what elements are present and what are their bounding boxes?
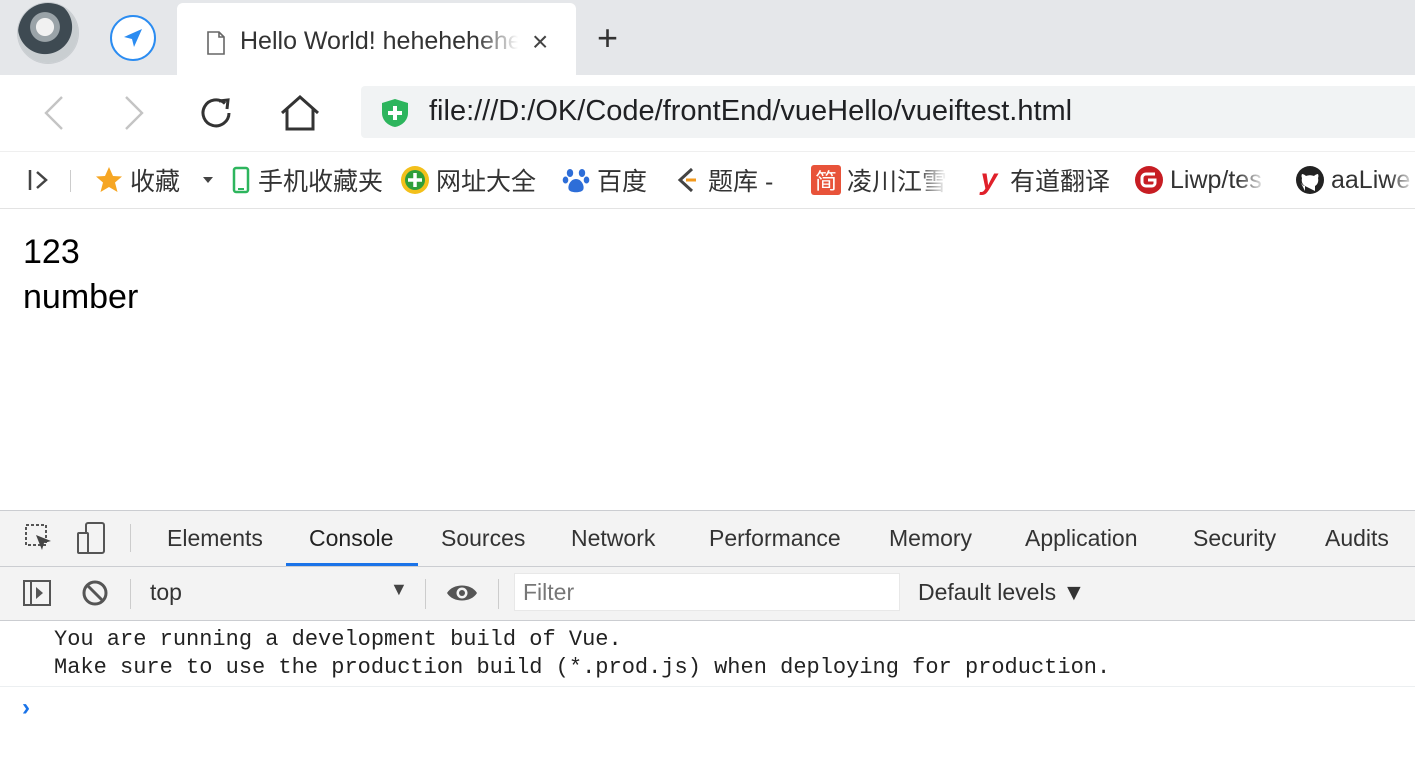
phone-icon [230,165,252,195]
youdao-icon: y [980,163,998,196]
gitee-icon [1134,165,1164,195]
page-content: 123 number [23,230,138,320]
reload-icon [201,98,231,128]
context-dropdown-arrow-icon[interactable]: ▼ [390,579,408,600]
bookmark-label: aaLiwe [1331,165,1411,194]
browser-tab[interactable]: Hello World! hehehehehe × [177,3,576,75]
log-levels-dropdown[interactable]: Default levels ▼ [918,579,1085,606]
bookmark-label: 题库 - [708,168,774,196]
forward-arrow-icon [125,96,144,130]
navigation-icon[interactable] [110,15,156,61]
device-toolbar-button[interactable] [76,521,108,560]
forward-button[interactable] [110,89,158,137]
bookmark-label: Liwp/tes [1170,165,1262,194]
bookmark-label: 网址大全 [436,168,537,196]
divider [498,579,499,609]
device-mode-icon [77,522,105,554]
context-selector[interactable]: top [150,579,182,606]
tab-security[interactable]: Security [1193,525,1276,552]
tab-strip: Hello World! hehehehehe × + [0,0,1415,75]
devtools-tab-bar: Elements Console Sources Network Perform… [0,511,1415,567]
divider [130,524,131,552]
bookmark-label: 手机收藏夹 [258,168,384,196]
tab-elements[interactable]: Elements [167,525,263,552]
bookmark-tiku[interactable]: 题库 - [672,164,773,196]
bookmark-lingchuan[interactable]: 简 凌川江雪 [811,164,947,196]
divider [425,579,426,609]
github-icon [1295,165,1325,195]
bookmark-label: 百度 [597,168,648,196]
star-icon [94,165,124,195]
bookmark-github[interactable]: aaLiwe [1295,164,1415,196]
value-text: 123 [23,233,80,271]
tab-network[interactable]: Network [571,525,655,552]
plus-circle-icon [400,165,430,195]
bookmark-label: 收藏 [130,168,181,196]
home-icon [281,94,319,131]
eye-icon [447,585,477,601]
sidebar-toggle-icon [28,170,48,190]
console-output: You are running a development build of V… [0,621,1415,687]
bookmark-youdao[interactable]: y 有道翻译 [974,163,1111,196]
baidu-paw-icon [561,165,591,195]
back-button[interactable] [30,89,78,137]
bookmark-favorites[interactable]: 收藏 [94,164,180,196]
divider [130,579,131,609]
tab-performance[interactable]: Performance [709,525,841,552]
tab-title: Hello World! hehehehehe [240,27,518,55]
divider [70,170,71,192]
inspect-element-button[interactable] [24,523,54,558]
tab-close-button[interactable]: × [532,28,548,56]
clear-console-icon [82,580,108,606]
sidebar-panel-icon [23,580,51,606]
bookmark-mobile-favorites[interactable]: 手机收藏夹 [230,164,383,196]
filter-input[interactable] [515,574,895,610]
caret-down-icon [203,177,213,183]
console-toolbar: top ▼ Default levels ▼ [0,567,1415,621]
tab-application[interactable]: Application [1025,525,1138,552]
back-arrow-icon [44,96,63,130]
favorites-dropdown-button[interactable] [200,164,216,196]
address-bar[interactable]: file:///D:/OK/Code/frontEnd/vueHello/vue… [361,86,1415,138]
console-filter [514,573,900,611]
clear-console-button[interactable] [81,579,109,612]
jian-icon: 简 [811,165,841,195]
bookmarks-bar: 收藏 手机收藏夹 网址大全 百度 题库 - 简 凌川江雪 y 有道翻译 Liwp… [0,151,1415,209]
type-text: number [23,278,139,316]
tab-console[interactable]: Console [309,525,393,552]
sidebar-toggle-button[interactable] [26,164,54,196]
home-button[interactable] [276,89,324,137]
console-message: You are running a development build of V… [0,621,1415,687]
tab-memory[interactable]: Memory [889,525,972,552]
bookmark-url-directory[interactable]: 网址大全 [400,164,536,196]
page-icon [206,31,226,60]
active-tab-indicator [286,563,418,566]
tab-audits[interactable]: Audits [1325,525,1389,552]
devtools-panel: Elements Console Sources Network Perform… [0,510,1415,780]
reload-button[interactable] [192,89,240,137]
bookmark-label: 凌川江雪 [847,168,947,196]
url-text[interactable]: file:///D:/OK/Code/frontEnd/vueHello/vue… [429,95,1072,128]
inspect-cursor-icon [25,524,51,550]
new-tab-button[interactable]: + [597,20,618,56]
console-prompt[interactable]: › [22,694,30,722]
bookmark-label: 有道翻译 [1010,168,1111,196]
bookmark-baidu[interactable]: 百度 [561,164,647,196]
show-sidebar-button[interactable] [22,579,52,612]
profile-avatar[interactable] [18,3,78,63]
tiku-icon [672,165,702,195]
tab-sources[interactable]: Sources [441,525,525,552]
secure-shield-icon[interactable] [381,98,409,133]
bookmark-gitee[interactable]: Liwp/tes [1134,164,1266,196]
live-expression-button[interactable] [445,581,479,610]
